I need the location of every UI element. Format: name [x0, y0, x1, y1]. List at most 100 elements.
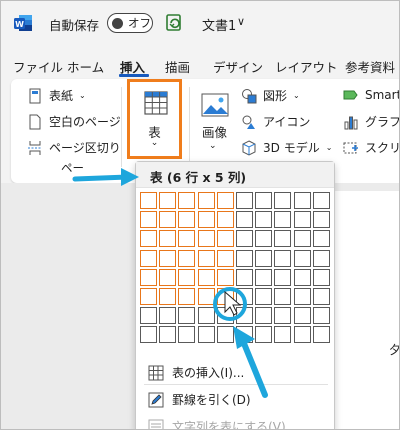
grid-cell[interactable] [140, 268, 157, 286]
grid-cell[interactable] [274, 249, 292, 267]
tab-home[interactable]: ホーム [67, 57, 104, 76]
grid-cell[interactable] [140, 230, 157, 248]
grid-cell[interactable] [293, 249, 311, 267]
grid-cell[interactable] [255, 326, 273, 344]
grid-cell[interactable] [236, 192, 253, 209]
grid-cell[interactable] [274, 307, 292, 325]
grid-cell[interactable] [216, 249, 234, 267]
insert-table-menu-item[interactable]: 表の挿入(I)... [148, 364, 244, 381]
grid-cell[interactable] [293, 192, 311, 209]
grid-cell[interactable] [159, 230, 177, 248]
grid-cell[interactable] [178, 288, 196, 305]
grid-cell[interactable] [236, 307, 253, 325]
chart-button[interactable]: グラフ [343, 113, 399, 130]
grid-cell[interactable] [159, 288, 177, 305]
grid-cell[interactable] [274, 288, 292, 305]
grid-cell[interactable] [197, 192, 215, 209]
image-button-label[interactable]: 画像 [202, 122, 227, 141]
grid-cell[interactable] [140, 192, 157, 209]
grid-cell[interactable] [312, 249, 330, 267]
grid-cell[interactable] [312, 326, 330, 344]
grid-cell[interactable] [236, 326, 253, 344]
grid-cell[interactable] [197, 268, 215, 286]
grid-cell[interactable] [178, 268, 196, 286]
grid-cell[interactable] [312, 268, 330, 286]
chevron-down-icon[interactable]: ∨ [237, 15, 245, 28]
grid-cell[interactable] [255, 249, 273, 267]
shapes-button[interactable]: 図形 ⌄ [241, 87, 300, 104]
table-button[interactable]: 表 ⌄ [127, 79, 182, 159]
grid-cell[interactable] [236, 211, 253, 229]
grid-cell[interactable] [216, 230, 234, 248]
smartart-button[interactable]: SmartA [343, 87, 399, 103]
grid-cell[interactable] [216, 211, 234, 229]
grid-cell[interactable] [159, 192, 177, 209]
icons-button[interactable]: アイコン [241, 113, 310, 130]
tab-design[interactable]: デザイン [213, 57, 263, 76]
draw-table-menu-item[interactable]: 罫線を引く(D) [148, 391, 251, 408]
grid-cell[interactable] [178, 211, 196, 229]
grid-cell[interactable] [236, 268, 253, 286]
grid-cell[interactable] [274, 268, 292, 286]
grid-cell[interactable] [140, 249, 157, 267]
cover-page-button[interactable]: 表紙 ⌄ [27, 87, 86, 104]
tab-file[interactable]: ファイル [13, 57, 63, 76]
grid-cell[interactable] [197, 230, 215, 248]
grid-cell[interactable] [255, 230, 273, 248]
grid-cell[interactable] [255, 307, 273, 325]
grid-cell[interactable] [140, 326, 157, 344]
screenshot-button[interactable]: スクリーン [343, 139, 399, 156]
grid-cell[interactable] [159, 307, 177, 325]
grid-cell[interactable] [159, 211, 177, 229]
grid-cell[interactable] [178, 192, 196, 209]
grid-cell[interactable] [293, 288, 311, 305]
grid-cell[interactable] [178, 307, 196, 325]
grid-cell[interactable] [312, 288, 330, 305]
grid-cell[interactable] [293, 326, 311, 344]
grid-cell[interactable] [293, 268, 311, 286]
grid-cell[interactable] [236, 230, 253, 248]
grid-cell[interactable] [293, 307, 311, 325]
grid-cell[interactable] [255, 211, 273, 229]
grid-cell[interactable] [255, 268, 273, 286]
convert-text-menu-item[interactable]: 文字列を表にする(V)... [148, 418, 297, 429]
grid-cell[interactable] [140, 307, 157, 325]
grid-cell[interactable] [178, 230, 196, 248]
grid-cell[interactable] [216, 288, 234, 305]
grid-cell[interactable] [216, 192, 234, 209]
grid-cell[interactable] [159, 268, 177, 286]
grid-cell[interactable] [293, 230, 311, 248]
grid-cell[interactable] [140, 288, 157, 305]
grid-cell[interactable] [159, 249, 177, 267]
grid-cell[interactable] [216, 307, 234, 325]
grid-cell[interactable] [293, 211, 311, 229]
grid-cell[interactable] [236, 288, 253, 305]
grid-cell[interactable] [140, 211, 157, 229]
grid-cell[interactable] [312, 230, 330, 248]
grid-cell[interactable] [312, 307, 330, 325]
grid-cell[interactable] [197, 211, 215, 229]
tab-layout[interactable]: レイアウト [275, 57, 338, 76]
blank-page-button[interactable]: 空白のページ [27, 113, 121, 130]
grid-cell[interactable] [197, 288, 215, 305]
tab-references[interactable]: 参考資料 [345, 57, 395, 76]
grid-cell[interactable] [255, 192, 273, 209]
autosave-toggle[interactable]: オフ [107, 13, 153, 33]
grid-cell[interactable] [274, 211, 292, 229]
grid-cell[interactable] [216, 268, 234, 286]
tab-draw[interactable]: 描画 [165, 57, 190, 76]
document-title[interactable]: 文書1 [202, 15, 236, 34]
grid-cell[interactable] [197, 249, 215, 267]
grid-cell[interactable] [197, 326, 215, 344]
grid-cell[interactable] [178, 326, 196, 344]
grid-cell[interactable] [159, 326, 177, 344]
grid-cell[interactable] [274, 192, 292, 209]
grid-cell[interactable] [255, 288, 273, 305]
grid-cell[interactable] [197, 307, 215, 325]
grid-cell[interactable] [178, 249, 196, 267]
grid-cell[interactable] [312, 192, 330, 209]
save-icon[interactable] [165, 13, 183, 33]
3d-models-button[interactable]: 3D モデル ⌄ [241, 139, 332, 156]
page-break-button[interactable]: ページ区切り [27, 139, 121, 156]
grid-cell[interactable] [274, 230, 292, 248]
